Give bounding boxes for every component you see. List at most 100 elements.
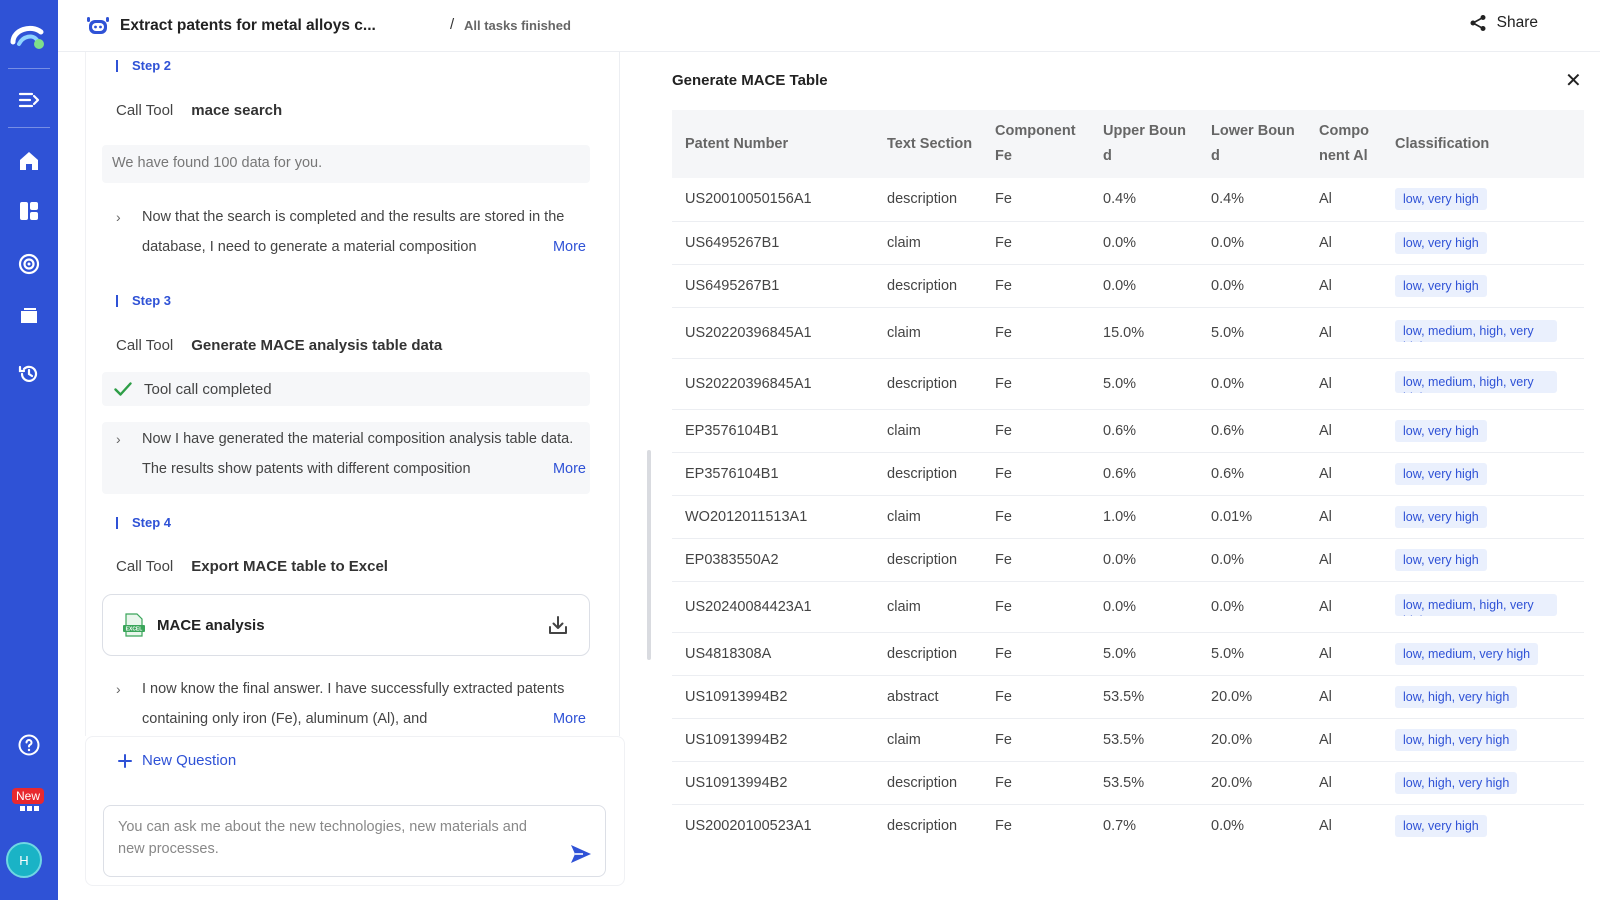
tool-name: mace search xyxy=(191,102,282,119)
component-fe-cell: Fe xyxy=(982,307,1090,358)
logo-icon[interactable] xyxy=(9,20,49,52)
chat-history[interactable]: Step 2 Call Tool mace search We have fou… xyxy=(85,52,620,736)
dashboard-icon[interactable] xyxy=(10,194,48,228)
radar-icon[interactable] xyxy=(10,246,48,280)
step-2-thought[interactable]: › Now that the search is completed and t… xyxy=(116,202,586,262)
classification-tag: low, medium, high, very high xyxy=(1395,594,1557,616)
text-section-cell: description xyxy=(874,761,982,804)
text-section-cell: description xyxy=(874,178,982,221)
component-fe-cell: Fe xyxy=(982,495,1090,538)
mace-table: Patent Number Text Section Component Fe … xyxy=(672,110,1584,844)
component-al-cell: Al xyxy=(1306,452,1382,495)
table-row[interactable]: EP3576104B1descriptionFe0.6%0.6%Allow, v… xyxy=(672,452,1584,495)
help-icon[interactable] xyxy=(10,728,48,762)
component-al-cell: Al xyxy=(1306,495,1382,538)
column-header[interactable]: Component Fe xyxy=(982,110,1090,178)
step-4-thought[interactable]: › I now know the final answer. I have su… xyxy=(116,674,586,734)
classification-cell: low, very high xyxy=(1382,452,1584,495)
column-header[interactable]: Lower Bound xyxy=(1198,110,1306,178)
chevron-right-icon[interactable]: › xyxy=(116,202,121,232)
more-link[interactable]: More xyxy=(549,704,586,734)
table-row[interactable]: US10913994B2descriptionFe53.5%20.0%Allow… xyxy=(672,761,1584,804)
tool-call-completed-text: Tool call completed xyxy=(144,381,272,398)
column-header[interactable]: Text Section xyxy=(874,110,982,178)
thought-text: Now that the search is completed and the… xyxy=(116,202,586,262)
chevron-right-icon[interactable]: › xyxy=(116,424,121,454)
table-row[interactable]: WO2012011513A1claimFe1.0%0.01%Allow, ver… xyxy=(672,495,1584,538)
upper-bound-cell: 1.0% xyxy=(1090,495,1198,538)
avatar[interactable]: H xyxy=(6,842,42,878)
classification-cell: low, very high xyxy=(1382,264,1584,307)
robot-icon xyxy=(86,15,110,37)
more-link[interactable]: More xyxy=(549,454,586,484)
upper-bound-cell: 5.0% xyxy=(1090,358,1198,409)
table-row[interactable]: US20240084423A1claimFe0.0%0.0%Allow, med… xyxy=(672,581,1584,632)
step-3-thought[interactable]: › Now I have generated the material comp… xyxy=(116,424,586,484)
home-icon[interactable] xyxy=(10,144,48,178)
classification-tag: low, medium, very high xyxy=(1395,643,1538,665)
patent-number-cell: US4818308A xyxy=(672,632,874,675)
table-row[interactable]: US20020100523A1descriptionFe0.7%0.0%Allo… xyxy=(672,804,1584,844)
column-header[interactable]: Patent Number xyxy=(672,110,874,178)
thought-text: I now know the final answer. I have succ… xyxy=(116,674,586,734)
table-row[interactable]: US20220396845A1claimFe15.0%5.0%Allow, me… xyxy=(672,307,1584,358)
search-result-box: We have found 100 data for you. xyxy=(102,145,590,183)
classification-cell: low, high, very high xyxy=(1382,718,1584,761)
chat-scrollbar[interactable] xyxy=(647,450,651,660)
more-link[interactable]: More xyxy=(549,232,586,262)
table-row[interactable]: US10913994B2abstractFe53.5%20.0%Allow, h… xyxy=(672,675,1584,718)
task-status: All tasks finished xyxy=(464,18,571,33)
component-al-cell: Al xyxy=(1306,804,1382,844)
table-header-row: Patent Number Text Section Component Fe … xyxy=(672,110,1584,178)
call-tool-prefix: Call Tool xyxy=(116,102,173,119)
close-icon[interactable]: ✕ xyxy=(1565,68,1582,93)
new-badge: New xyxy=(12,788,44,804)
lower-bound-cell: 20.0% xyxy=(1198,761,1306,804)
component-fe-cell: Fe xyxy=(982,409,1090,452)
patent-number-cell: US10913994B2 xyxy=(672,761,874,804)
question-input[interactable]: You can ask me about the new technologie… xyxy=(103,805,606,877)
classification-cell: low, high, very high xyxy=(1382,675,1584,718)
column-header[interactable]: Component Al xyxy=(1306,110,1382,178)
classification-cell: low, medium, high, very high xyxy=(1382,307,1584,358)
table-row[interactable]: US20220396845A1descriptionFe5.0%0.0%Allo… xyxy=(672,358,1584,409)
patent-number-cell: EP3576104B1 xyxy=(672,452,874,495)
tool-name: Export MACE table to Excel xyxy=(191,558,388,575)
table-row[interactable]: US10913994B2claimFe53.5%20.0%Allow, high… xyxy=(672,718,1584,761)
chevron-right-icon[interactable]: › xyxy=(116,674,121,704)
table-row[interactable]: US4818308AdescriptionFe5.0%5.0%Allow, me… xyxy=(672,632,1584,675)
table-row[interactable]: US6495267B1descriptionFe0.0%0.0%Allow, v… xyxy=(672,264,1584,307)
table-row[interactable]: EP0383550A2descriptionFe0.0%0.0%Allow, v… xyxy=(672,538,1584,581)
component-al-cell: Al xyxy=(1306,358,1382,409)
component-al-cell: Al xyxy=(1306,632,1382,675)
classification-tag: low, medium, high, very high xyxy=(1395,371,1557,393)
text-section-cell: description xyxy=(874,264,982,307)
task-title: Extract patents for metal alloys c... xyxy=(120,17,376,35)
lower-bound-cell: 0.0% xyxy=(1198,358,1306,409)
column-header[interactable]: Upper Bound xyxy=(1090,110,1198,178)
new-question-button[interactable]: New Question xyxy=(118,752,236,769)
excel-file-card[interactable]: EXCEL MACE analysis xyxy=(102,594,590,656)
component-fe-cell: Fe xyxy=(982,632,1090,675)
thought-text: Now I have generated the material compos… xyxy=(116,424,586,484)
mace-table-container[interactable]: Patent Number Text Section Component Fe … xyxy=(672,110,1584,844)
classification-tag: low, very high xyxy=(1395,275,1487,297)
send-button[interactable] xyxy=(570,844,592,867)
column-header[interactable]: Classification xyxy=(1382,110,1584,178)
table-row[interactable]: EP3576104B1claimFe0.6%0.6%Allow, very hi… xyxy=(672,409,1584,452)
text-section-cell: abstract xyxy=(874,675,982,718)
history-icon[interactable] xyxy=(10,357,48,391)
folder-icon[interactable] xyxy=(10,298,48,332)
share-button[interactable]: Share xyxy=(1469,14,1538,32)
step-3-label: Step 3 xyxy=(116,293,171,308)
download-icon[interactable] xyxy=(547,614,569,636)
step-2-label: Step 2 xyxy=(116,58,171,73)
table-row[interactable]: US20010050156A1descriptionFe0.4%0.4%Allo… xyxy=(672,178,1584,221)
table-row[interactable]: US6495267B1claimFe0.0%0.0%Allow, very hi… xyxy=(672,221,1584,264)
sidebar: New H xyxy=(0,0,58,900)
collapse-icon[interactable] xyxy=(10,83,48,117)
component-fe-cell: Fe xyxy=(982,538,1090,581)
component-al-cell: Al xyxy=(1306,264,1382,307)
sidebar-divider xyxy=(8,127,50,128)
lower-bound-cell: 0.0% xyxy=(1198,538,1306,581)
